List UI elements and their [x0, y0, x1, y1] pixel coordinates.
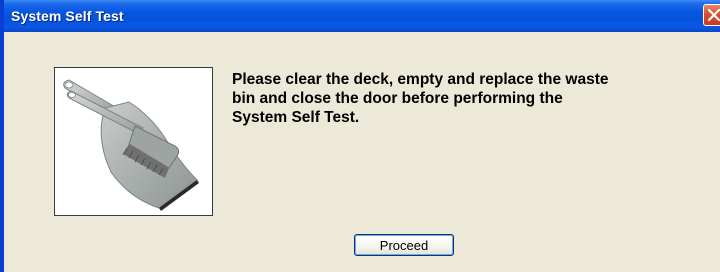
window-title: System Self Test [11, 8, 124, 24]
message-line-1: Please clear the deck, empty and replace… [232, 71, 609, 88]
close-button[interactable] [703, 4, 720, 26]
system-self-test-dialog: System Self Test Please clear the deck, … [0, 0, 720, 272]
message-line-2: bin and close the door before performing… [232, 90, 563, 107]
close-icon [708, 9, 720, 21]
title-bar[interactable]: System Self Test [4, 0, 720, 32]
dustpan-image [54, 67, 213, 216]
message-line-3: System Self Test. [232, 109, 360, 126]
dustpan-and-brush-icon [63, 79, 199, 211]
instruction-message: Please clear the deck, empty and replace… [232, 70, 712, 127]
proceed-button[interactable]: Proceed [354, 234, 454, 256]
